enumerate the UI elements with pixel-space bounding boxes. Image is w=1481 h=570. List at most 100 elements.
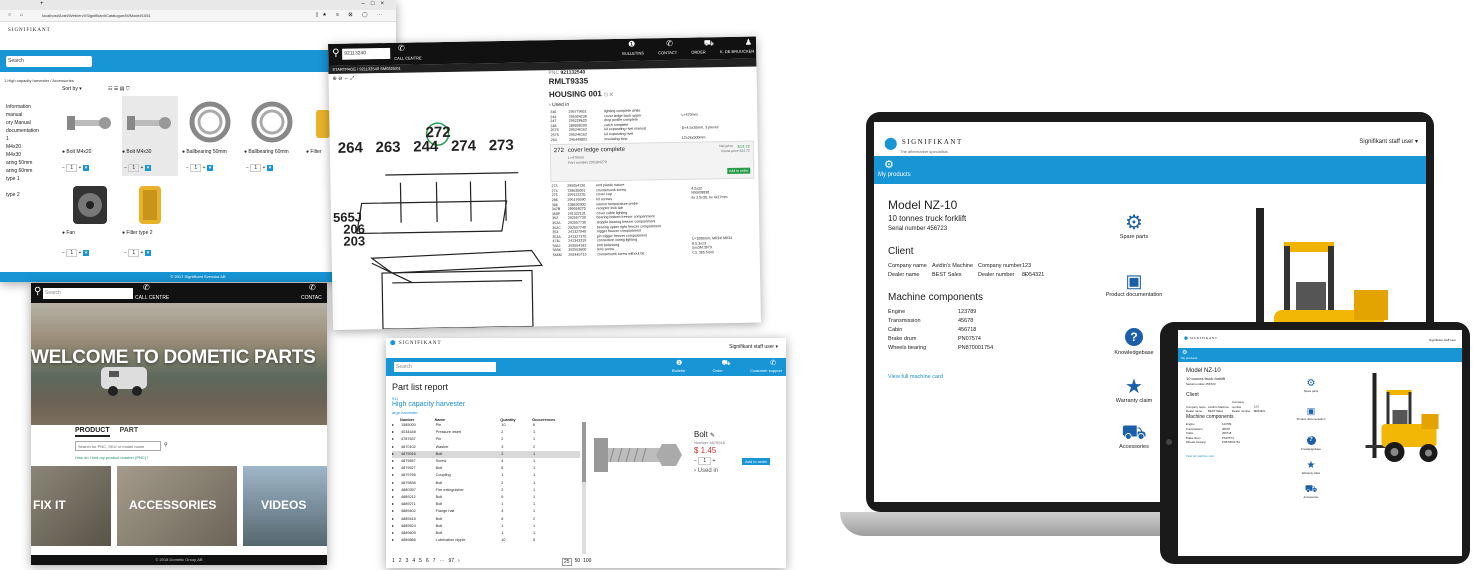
add-to-order-button[interactable]: Add to order	[726, 167, 751, 175]
info-icon[interactable]: ●	[62, 149, 65, 155]
tab-part[interactable]: PART	[120, 427, 139, 434]
nav-support[interactable]: Customer support	[750, 368, 782, 373]
action-spare-parts[interactable]: ⚙ Spare parts	[1104, 212, 1164, 240]
quantity-stepper[interactable]: − 1 + ▾	[62, 164, 90, 172]
sidebar-item[interactable]	[6, 184, 56, 192]
per-page-option[interactable]: 25	[562, 558, 572, 566]
callout-label[interactable]: 264	[338, 139, 363, 156]
quantity-stepper[interactable]: − 1 + ▾	[124, 164, 152, 172]
table-row[interactable]: ▸ 4879916 Bolt 2 1	[392, 450, 580, 459]
table-row[interactable]: ▸ 4879836 Bolt 2 1	[392, 480, 580, 487]
sidebar-item[interactable]: type 2	[6, 192, 56, 200]
breadcrumb[interactable]: 1 High capacity harvester / Accessories	[4, 78, 74, 83]
expand-icon[interactable]: ▸	[392, 508, 400, 515]
tile-accessories[interactable]: ACCESSORIES	[117, 466, 237, 546]
expand-icon[interactable]: ▸	[392, 458, 400, 465]
call-centre-link[interactable]: CALL CENTRE	[394, 55, 422, 60]
nav-order[interactable]: Order	[713, 368, 723, 373]
phone-icon[interactable]: ✆	[770, 359, 776, 368]
expand-icon[interactable]: ▸	[392, 436, 400, 443]
table-row[interactable]: ▸ 4787637 Pin 2 1	[392, 436, 580, 443]
page-link[interactable]: 4	[412, 558, 415, 564]
info-icon[interactable]: ●	[122, 149, 125, 155]
add-to-order-button[interactable]: Add to order	[742, 458, 771, 465]
nav-order[interactable]: ORDER	[691, 49, 706, 54]
quantity-stepper[interactable]: − 1 +	[694, 457, 715, 465]
search-input[interactable]: 92113240	[342, 47, 391, 60]
breadcrumb-sub[interactable]: arge harvester	[392, 410, 418, 415]
table-row[interactable]: ▸ 4889402 Flange half 4 1	[392, 508, 580, 515]
callout-label[interactable]: 203	[333, 233, 365, 248]
sidebar-item[interactable]: M4x20	[6, 144, 56, 152]
nav-my-products[interactable]: My products	[878, 172, 911, 178]
expand-icon[interactable]: ▸	[392, 480, 400, 487]
callout-label[interactable]: 274	[451, 137, 476, 154]
search-input[interactable]: Search	[394, 362, 496, 372]
action-product-documentation[interactable]: ▣ Product documentation	[1104, 270, 1164, 298]
tile-fix-it[interactable]: FIX IT	[31, 466, 111, 546]
expand-icon[interactable]: ▸	[392, 429, 400, 436]
gear-icon[interactable]: ⚙	[884, 158, 894, 171]
expand-icon[interactable]: ▸	[392, 530, 400, 537]
search-input[interactable]: Search	[6, 56, 92, 67]
quantity-stepper[interactable]: − 1 + ▾	[124, 249, 152, 257]
edit-icon[interactable]: ✎	[710, 433, 715, 439]
tab-product[interactable]: PRODUCT	[75, 427, 110, 437]
bulletin-icon[interactable]: ❶	[676, 359, 682, 368]
browser-toolbar-icons[interactable]: ▯★ ≡ ⊠ ◯ ⋯	[316, 12, 387, 18]
gear-icon[interactable]: ⚙	[1182, 349, 1187, 356]
search-icon[interactable]: ⚲	[332, 48, 340, 59]
action-accessories[interactable]: ⛟ Accessories	[1104, 422, 1164, 450]
nav-my-products[interactable]: My products	[1181, 356, 1197, 360]
address-input[interactable]: localhost/Actel/Web/en/XSignifikant/Cata…	[42, 13, 151, 18]
table-row[interactable]: ▸ 4889271 Bolt 1 1	[392, 501, 580, 508]
exploded-drawing[interactable]	[329, 80, 548, 330]
expand-icon[interactable]: ▸	[392, 444, 400, 451]
action-knowledgebase[interactable]: ? Knowledgebase	[1296, 436, 1326, 451]
user-menu[interactable]: Signifikant staff user	[1429, 338, 1456, 342]
action-warranty-claim[interactable]: ★ Warranty claim	[1104, 376, 1164, 404]
machine-card-link[interactable]: View full machine card	[1186, 454, 1214, 458]
quantity-stepper[interactable]: − 1 + ▾	[186, 164, 214, 172]
help-link[interactable]: How do I find my product number (PNC)?	[75, 455, 148, 460]
new-tab-button[interactable]: +	[40, 1, 44, 7]
user-icon[interactable]: ♟	[745, 38, 752, 48]
callout-label[interactable]: 263	[375, 139, 400, 156]
sidebar-item[interactable]: documentation	[6, 128, 56, 136]
info-icon[interactable]: ●	[62, 230, 65, 236]
used-in-toggle[interactable]: › Used in	[694, 468, 718, 474]
call-centre-link[interactable]: CALL CENTRE	[135, 295, 169, 301]
home-icon[interactable]: ⌂	[20, 12, 23, 18]
search-icon[interactable]: ⚲	[34, 286, 41, 297]
info-icon[interactable]: ●	[244, 149, 247, 155]
table-row[interactable]: ▸ 4879527 Bolt 8 1	[392, 465, 580, 472]
table-row[interactable]: ▸ 4879766 Coupling 1 1	[392, 472, 580, 479]
tile-videos[interactable]: VIDEOS	[243, 466, 327, 546]
table-row[interactable]: ▸ 4034448 Pressure insert 2 1	[392, 429, 580, 436]
user-menu[interactable]: Signifikant staff user ▾	[1359, 138, 1418, 145]
bulletin-icon[interactable]: ❶	[628, 40, 635, 50]
per-page-option[interactable]: 100	[583, 558, 591, 566]
window-controls[interactable]: –□×	[362, 1, 390, 7]
page-link[interactable]: 5	[419, 558, 422, 564]
phone-icon[interactable]: ✆	[666, 39, 673, 49]
info-icon[interactable]: ●	[306, 149, 309, 155]
nav-bulletins[interactable]: BULLETINS	[622, 50, 644, 55]
sidebar-item[interactable]: 1	[6, 136, 56, 144]
page-link[interactable]: 7	[433, 558, 436, 564]
per-page-option[interactable]: 50	[575, 558, 581, 566]
phone-icon[interactable]: ✆	[398, 44, 405, 53]
page-link[interactable]: 2	[399, 558, 402, 564]
sidebar-item[interactable]: manual	[6, 112, 56, 120]
back-icon[interactable]: ○	[8, 12, 11, 18]
action-product-documentation[interactable]: ▣ Product documentation	[1296, 406, 1326, 421]
callout-label[interactable]: 244	[413, 138, 438, 155]
expand-icon[interactable]: ▸	[392, 501, 400, 508]
quantity-stepper[interactable]: − 1 + ▾	[62, 249, 90, 257]
view-toggle-icons[interactable]: ☷ ☰ ▤ ⛉	[108, 86, 130, 92]
search-input[interactable]: Search	[43, 288, 133, 299]
nav-bulletin[interactable]: Bulletin	[672, 368, 685, 373]
sidebar-item[interactable]: aring 60mm	[6, 168, 56, 176]
info-icon[interactable]: ●	[182, 149, 185, 155]
next-page-icon[interactable]: ›	[458, 558, 460, 564]
